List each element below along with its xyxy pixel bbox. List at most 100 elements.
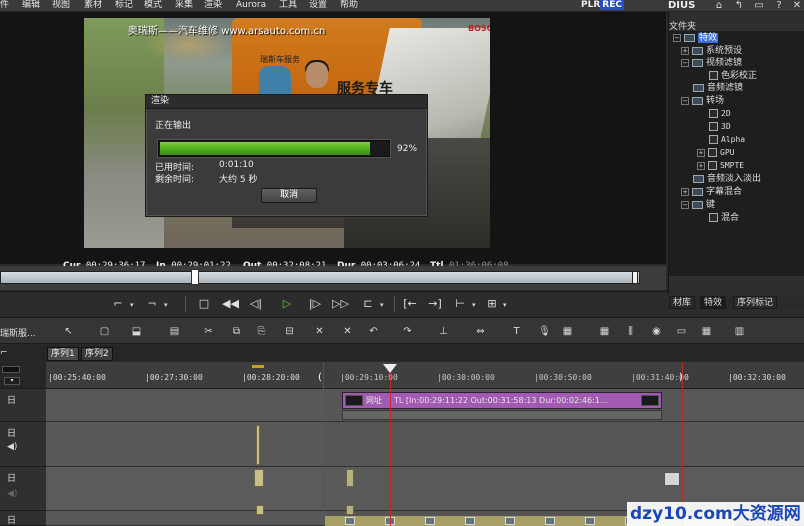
tree-item-title-mix[interactable]: + 字幕混合 — [681, 186, 742, 198]
clip-segment[interactable] — [254, 469, 264, 487]
track-header-4[interactable]: 日 — [0, 511, 46, 526]
group-icon[interactable]: ⊟ — [283, 325, 296, 338]
close-icon[interactable]: ✕ — [790, 0, 804, 11]
marker-icon[interactable] — [252, 365, 264, 368]
render-icon[interactable]: ▦ — [561, 325, 574, 338]
collapse-icon[interactable]: − — [681, 58, 689, 67]
track-header-2[interactable]: 日 ◀) — [0, 422, 46, 467]
speaker-muted-icon[interactable]: ◀) — [7, 489, 17, 499]
ripple-delete-icon[interactable]: ✕ — [341, 325, 354, 338]
clip-segment[interactable] — [346, 469, 354, 487]
loop-play-icon[interactable]: ⊏ — [360, 297, 376, 311]
tab-sequence-2[interactable]: 序列2 — [81, 347, 113, 361]
voiceover-icon[interactable]: 🎙 — [538, 325, 551, 338]
menu-settings[interactable]: 设置 — [309, 0, 327, 12]
menu-help[interactable]: 帮助 — [340, 0, 358, 12]
collapse-icon[interactable]: − — [681, 200, 689, 209]
tree-item-audio-filters[interactable]: 音频滤镜 — [693, 82, 743, 94]
tree-item-3d[interactable]: 3D — [709, 121, 731, 133]
mixer-icon[interactable]: ⫼ — [624, 325, 637, 338]
menu-marker[interactable]: 标记 — [115, 0, 133, 12]
select-tool-icon[interactable]: ↖ — [62, 325, 75, 338]
tree-item-effects[interactable]: − 特效 — [673, 32, 719, 44]
delete-icon[interactable]: ✕ — [313, 325, 326, 338]
window-icon[interactable]: ▭ — [675, 325, 688, 338]
expand-icon[interactable]: + — [697, 148, 705, 157]
tree-item-blend[interactable]: 混合 — [709, 212, 739, 224]
tree-item-alpha[interactable]: Alpha — [709, 134, 745, 146]
insert-icon[interactable]: [← — [402, 297, 418, 311]
set-in-icon[interactable]: ⌐ — [110, 297, 126, 311]
collapse-icon[interactable]: − — [673, 33, 681, 42]
import-icon[interactable]: ⬓ — [130, 325, 143, 338]
tree-item-audio-fades[interactable]: 音频淡入淡出 — [693, 173, 761, 185]
timeline-ruler[interactable]: |00:25:40:00 |00:27:30:00 |00:28:20:00 |… — [46, 362, 804, 389]
step-back-icon[interactable]: ◁| — [248, 297, 264, 311]
set-in-dropdown-icon[interactable]: ▾ — [130, 301, 134, 309]
tree-item-transitions[interactable]: − 转场 — [681, 95, 724, 107]
new-sequence-icon[interactable]: ▢ — [98, 325, 111, 338]
grid-icon[interactable]: ▦ — [598, 325, 611, 338]
zoom-dropdown-icon[interactable]: ▾ — [4, 377, 20, 385]
tree-item-system-presets[interactable]: + 系统预设 — [681, 45, 742, 57]
tab-sequence-1[interactable]: 序列1 — [47, 347, 79, 361]
out-point-marker[interactable]: ) — [679, 372, 683, 383]
menu-tools[interactable]: 工具 — [279, 0, 297, 12]
cut-icon[interactable]: ✂ — [202, 325, 215, 338]
stop-icon[interactable]: □ — [196, 297, 212, 311]
playhead-handle[interactable] — [383, 364, 397, 373]
tree-item-keys[interactable]: − 键 — [681, 199, 715, 211]
menu-capture[interactable]: 采集 — [175, 0, 193, 12]
mosaic-icon[interactable]: ▦ — [700, 325, 713, 338]
match-dropdown-icon[interactable]: ▾ — [472, 301, 476, 309]
home-icon[interactable]: ⌂ — [712, 0, 726, 11]
undo-icon[interactable]: ↶ — [367, 325, 380, 338]
clip-segment[interactable] — [346, 505, 354, 515]
match-frame-icon[interactable]: ⊢ — [452, 297, 468, 311]
paste-icon[interactable]: ⎘ — [255, 325, 268, 338]
tree-item-color-correction[interactable]: 色彩校正 — [709, 70, 757, 82]
copy-icon[interactable]: ⧉ — [230, 325, 243, 338]
tab-effects[interactable]: 特效 — [700, 296, 727, 309]
expand-icon[interactable]: + — [697, 161, 705, 170]
clip-segment[interactable] — [256, 425, 260, 465]
render-dialog-title[interactable]: 渲染 — [146, 95, 427, 109]
tree-item-2d[interactable]: 2D — [709, 108, 731, 120]
layout-icon[interactable]: ▭ — [752, 0, 766, 11]
menu-mode[interactable]: 模式 — [144, 0, 162, 12]
tab-asset-library[interactable]: 材库 — [669, 296, 696, 309]
collapse-icon[interactable]: − — [681, 96, 689, 105]
marker-icon[interactable]: ⊥ — [437, 325, 450, 338]
export-dropdown-icon[interactable]: ▾ — [503, 301, 507, 309]
set-out-dropdown-icon[interactable]: ▾ — [164, 301, 168, 309]
recorder-indicator[interactable]: PLR REC — [581, 0, 624, 11]
track-lane-2[interactable] — [46, 422, 804, 467]
tree-item-smpte[interactable]: + SMPTE — [697, 160, 744, 172]
loop-dropdown-icon[interactable]: ▾ — [380, 301, 384, 309]
export-icon[interactable]: ⊞ — [484, 297, 500, 311]
list-view-icon[interactable]: ▥ — [733, 325, 746, 338]
player-scrubber[interactable] — [0, 266, 666, 290]
scrubber-handle[interactable] — [191, 269, 199, 285]
back-icon[interactable]: ↰ — [732, 0, 746, 11]
tree-item-gpu[interactable]: + GPU — [697, 147, 734, 159]
rewind-icon[interactable]: ◀◀ — [222, 297, 239, 311]
in-point-marker[interactable]: ( — [318, 372, 322, 383]
clip-segment[interactable] — [256, 505, 264, 515]
menu-file[interactable]: 件 — [0, 0, 9, 12]
link-icon[interactable]: ⇔ — [474, 325, 487, 338]
cancel-button[interactable]: 取消 — [261, 188, 317, 203]
help-icon[interactable]: ? — [772, 0, 786, 11]
audio-clip-end[interactable] — [664, 472, 680, 486]
overwrite-icon[interactable]: →] — [427, 297, 443, 311]
menu-aurora[interactable]: Aurora — [236, 0, 266, 12]
track-header-1[interactable]: 日 — [0, 389, 46, 422]
save-icon[interactable]: ▤ — [168, 325, 181, 338]
step-forward-icon[interactable]: |▷ — [307, 297, 323, 311]
redo-icon[interactable]: ↷ — [401, 325, 414, 338]
menu-render[interactable]: 渲染 — [204, 0, 222, 12]
track-header-3[interactable]: 日 ◀) — [0, 467, 46, 511]
tree-item-video-filters[interactable]: − 视频滤镜 — [681, 57, 742, 69]
speaker-icon[interactable]: ◀) — [7, 442, 17, 452]
expand-icon[interactable]: + — [681, 187, 689, 196]
